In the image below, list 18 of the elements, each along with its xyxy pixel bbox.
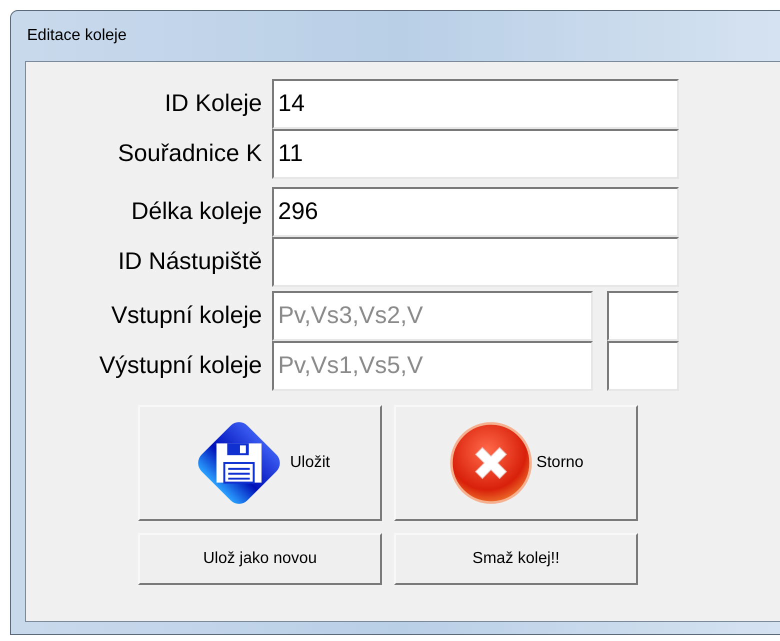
field-label: Souřadnice K	[116, 139, 263, 169]
text-field[interactable]: 11	[272, 129, 679, 179]
text-field[interactable]	[607, 291, 679, 341]
field-label: ID Nástupiště	[116, 247, 263, 277]
text-field[interactable]: 296	[272, 187, 679, 237]
field-label: Délka koleje	[130, 197, 263, 227]
field-label: Výstupní koleje	[98, 351, 263, 381]
field-label: ID Koleje	[164, 89, 263, 119]
cancel-button[interactable]: Storno	[394, 405, 638, 521]
window-title: Editace koleje	[27, 26, 127, 46]
action-button[interactable]: Smaž kolej!!	[394, 533, 638, 585]
text-field[interactable]	[272, 237, 679, 287]
action-button[interactable]: Ulož jako novou	[138, 533, 382, 585]
save-button[interactable]: Uložit	[138, 405, 382, 521]
close-icon	[448, 420, 534, 506]
text-field[interactable]: 14	[272, 79, 679, 129]
text-field[interactable]	[607, 341, 679, 391]
field-label: Vstupní koleje	[110, 301, 263, 331]
